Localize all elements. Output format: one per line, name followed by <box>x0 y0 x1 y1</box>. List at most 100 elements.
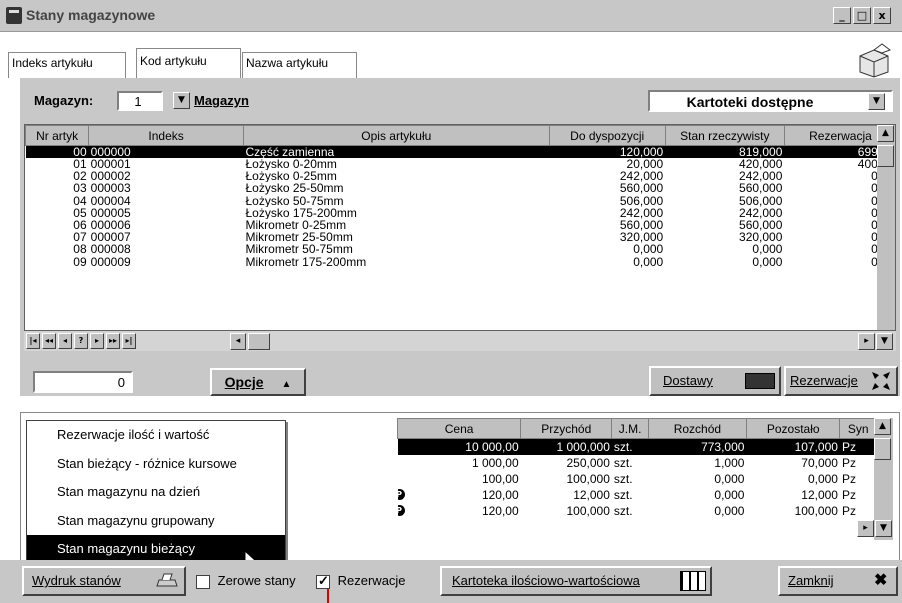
minimize-button[interactable]: _ <box>833 7 851 24</box>
column-header[interactable]: Nr artyk <box>25 125 90 146</box>
cell-text: szt. <box>613 503 633 518</box>
counter-field[interactable]: 0 <box>33 371 133 393</box>
opcje-button[interactable]: Opcje ▲ <box>210 368 306 396</box>
table-cell: szt. <box>612 455 648 471</box>
magazyn-link[interactable]: Magazyn <box>194 93 249 108</box>
scroll-thumb[interactable] <box>874 438 891 460</box>
zamknij-button[interactable]: Zamknij ✖ <box>778 566 898 596</box>
table-cell: 12,000 <box>746 487 840 503</box>
table-row[interactable]: 1 000,00 250,000 szt. 1,000 70,000 Pz <box>398 455 877 471</box>
table-cell: 06 <box>73 218 87 232</box>
column-header[interactable]: Indeks <box>88 125 244 146</box>
magazyn-value: 1 <box>134 94 142 109</box>
bottom-toolbar: Wydruk stanów Zerowe stany ✓ Rezerwacje … <box>0 560 902 603</box>
cell-text: Pz <box>841 487 856 502</box>
rezerwacje-button[interactable]: Rezerwacje <box>784 366 898 396</box>
cell-text: 0,000 <box>714 487 745 502</box>
maximize-button[interactable]: □ <box>853 7 871 24</box>
close-button[interactable]: x <box>873 7 891 24</box>
table-row[interactable]: 10 000,00 1 000,000 szt. 773,000 107,000 Pz <box>397 438 877 455</box>
table-row[interactable]: 06000006Mikrometr 0-25mm560,000560,0000,… <box>26 218 896 232</box>
zerowe-checkbox[interactable]: Zerowe stany <box>196 573 296 589</box>
table-cell: 242,000 <box>739 170 783 183</box>
column-header[interactable]: Stan rzeczywisty <box>664 125 785 146</box>
nav-button[interactable]: |◂ <box>26 333 40 349</box>
checkbox-checked-icon[interactable]: ✓ <box>316 573 330 589</box>
table-cell: 0,000 <box>746 471 840 487</box>
column-header[interactable]: Syn <box>839 418 877 439</box>
nav-button[interactable]: ▸ <box>90 333 104 349</box>
table-cell: Pz <box>840 455 877 471</box>
scroll-up-icon[interactable]: ▲ <box>877 125 894 142</box>
table-row[interactable]: 05000005Łożysko 175-200mm242,000242,0000… <box>26 206 896 219</box>
cell-text: 1 000,000 <box>556 439 610 454</box>
tab-indeks[interactable]: Indeks artykułu <box>8 52 126 78</box>
tab-nazwa[interactable]: Nazwa artykułu <box>242 52 357 78</box>
menu-item[interactable]: Rezerwacje ilość i wartość <box>27 421 285 450</box>
table-cell: 05 <box>73 206 87 219</box>
table-row[interactable]: 00000000Część zamienna120,000819,000699,… <box>25 145 895 158</box>
scroll-down-icon[interactable]: ▼ <box>876 333 893 350</box>
nav-button[interactable]: ◂◂ <box>42 333 56 349</box>
magazyn-select[interactable]: 1 <box>117 91 163 111</box>
table-cell: 120,000 <box>549 145 666 158</box>
nav-button[interactable]: ◂ <box>58 333 72 349</box>
column-header[interactable]: Przychód <box>520 418 613 439</box>
table-cell: 100,000 <box>521 471 612 487</box>
chevron-down-icon[interactable]: ▼ <box>868 93 885 110</box>
column-header[interactable]: Cena <box>396 418 522 439</box>
menu-item[interactable]: Stan bieżący - różnice kursowe <box>27 450 285 479</box>
table-cell: 0,000 <box>752 243 783 256</box>
column-header[interactable]: Pozostało <box>745 418 841 439</box>
table-row[interactable]: 08000008Mikrometr 50-75mm0,0000,0000,00 <box>26 243 896 256</box>
table-row[interactable]: 04000004Łożysko 50-75mm506,000506,0000,0… <box>26 195 896 207</box>
tab-kod[interactable]: Kod artykułu <box>136 48 241 78</box>
column-header[interactable]: Rozchód <box>647 418 747 439</box>
scroll-down-icon[interactable]: ▼ <box>875 520 892 537</box>
table-row[interactable]: 09000009Mikrometr 175-200mm0,0000,0000,0… <box>26 255 896 268</box>
table-cell: 000002 <box>90 170 131 183</box>
title-bar[interactable]: Stany magazynowe _ □ x <box>0 0 902 32</box>
kartoteka-button[interactable]: Kartoteka ilościowo-wartościowa <box>440 566 712 596</box>
table-row[interactable]: P 120,00 12,000 szt. 0,000 12,000 Pz <box>397 487 877 503</box>
cell-text: 120,00 <box>481 503 519 518</box>
hscroll-thumb[interactable] <box>248 333 270 350</box>
cell-text: 1 000,00 <box>471 455 519 470</box>
tab-label: Indeks artykułu <box>12 56 93 70</box>
dostawy-button[interactable]: Dostawy <box>649 366 781 396</box>
magazyn-dropdown-icon[interactable]: ▼ <box>173 92 190 109</box>
checkbox-icon[interactable] <box>196 574 210 589</box>
scroll-up-icon[interactable]: ▲ <box>874 418 891 435</box>
vertical-scrollbar[interactable]: ▲ <box>877 125 895 330</box>
nav-button[interactable]: ▸| <box>122 333 136 349</box>
chevron-up-icon: ▲ <box>281 379 292 390</box>
rezerwacje-checkbox[interactable]: ✓ Rezerwacje <box>316 573 406 589</box>
menu-item[interactable]: Stan magazynu grupowany <box>27 507 285 536</box>
table-cell: 000008 <box>90 243 131 256</box>
table-cell: 0,000 <box>752 255 783 268</box>
table-row[interactable]: 01000001Łożysko 0-20mm20,000420,000400,0… <box>26 158 896 171</box>
table-row[interactable]: 02000002Łożysko 0-25mm242,000242,0000,00 <box>26 170 896 183</box>
box-icon <box>859 43 892 78</box>
table-row[interactable]: 03000003Łożysko 25-50mm560,000560,0000,0… <box>26 182 896 195</box>
scroll-right-icon[interactable]: ▸ <box>857 520 874 537</box>
table-row[interactable]: 07000007Mikrometr 25-50mm320,000320,0000… <box>26 231 896 243</box>
cell-text: Pz <box>841 503 856 518</box>
column-header[interactable]: Do dyspozycji <box>548 125 666 146</box>
wydruk-button[interactable]: Wydruk stanów <box>22 566 186 596</box>
articles-grid[interactable]: Nr artyk Indeks Opis artykułu Do dyspozycji… <box>24 124 896 331</box>
table-cell: szt. <box>611 438 649 455</box>
scroll-thumb[interactable] <box>877 145 894 167</box>
menu-item[interactable]: Stan magazynu na dzień <box>27 478 285 507</box>
table-row[interactable]: P 120,00 100,000 szt. 0,000 100,000 Pz <box>397 503 877 519</box>
nav-button[interactable]: ▸▸ <box>106 333 120 349</box>
table-cell: 000003 <box>90 182 131 195</box>
scroll-right-icon[interactable]: ▸ <box>858 333 875 350</box>
table-cell: 000001 <box>90 158 131 171</box>
column-header[interactable]: J.M. <box>611 418 649 439</box>
filter-select[interactable]: Kartoteki dostępne ▼ <box>648 90 893 112</box>
table-row[interactable]: 100,00 100,000 szt. 0,000 0,000 Pz <box>398 471 877 487</box>
column-header[interactable]: Opis artykułu <box>243 125 550 146</box>
scroll-left-icon[interactable]: ◂ <box>230 333 246 350</box>
nav-button[interactable]: ? <box>74 333 88 349</box>
